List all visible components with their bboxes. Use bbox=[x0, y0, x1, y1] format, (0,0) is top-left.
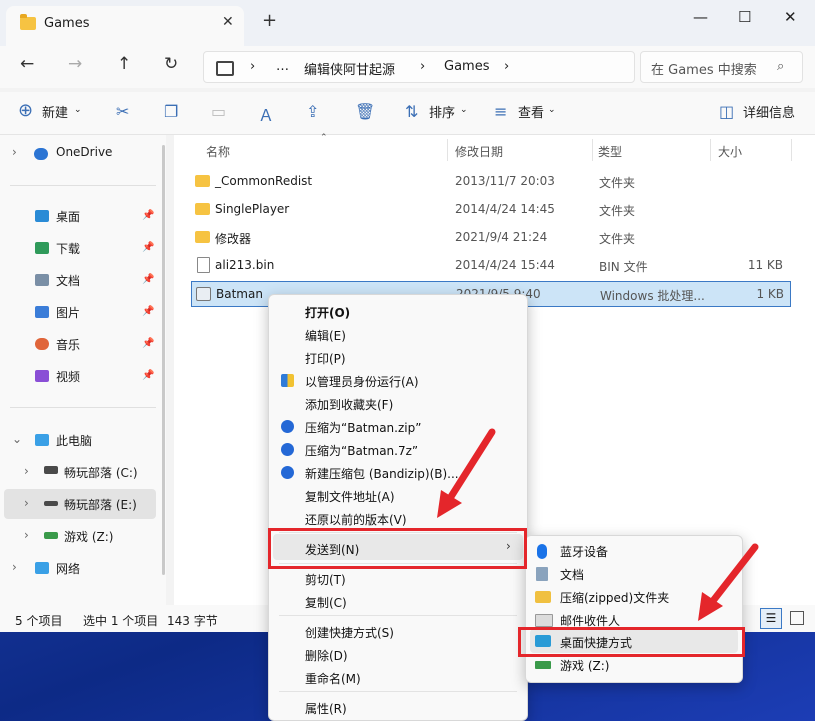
arrow-icon bbox=[698, 543, 759, 621]
annotation-arrows bbox=[437, 428, 759, 621]
arrow-icon bbox=[437, 428, 496, 518]
